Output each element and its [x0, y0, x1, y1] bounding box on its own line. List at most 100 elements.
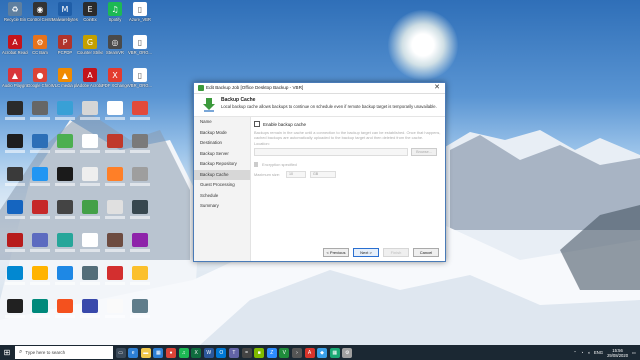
- wizard-step-name[interactable]: Name: [194, 117, 250, 128]
- desktop-shortcut-icon[interactable]: [27, 134, 53, 168]
- desktop-shortcut-icon[interactable]: [2, 101, 28, 135]
- desktop-shortcut-icon[interactable]: [27, 200, 53, 234]
- wizard-step-backup-mode[interactable]: Backup Mode: [194, 128, 250, 139]
- desktop-shortcut-icon[interactable]: [102, 134, 128, 168]
- desktop-icon[interactable]: X PDF XChange: [102, 68, 128, 102]
- wizard-step-backup-server[interactable]: Backup Server: [194, 149, 250, 160]
- desktop-shortcut-icon[interactable]: [27, 167, 53, 201]
- max-size-input[interactable]: 10: [285, 171, 306, 178]
- enable-backup-cache-checkbox[interactable]: [254, 121, 260, 127]
- desktop-shortcut-icon[interactable]: [102, 200, 128, 234]
- desktop-icon[interactable]: A Adobe Acrobat: [77, 68, 103, 102]
- desktop-shortcut-icon[interactable]: [127, 167, 153, 201]
- desktop-shortcut-icon[interactable]: [2, 200, 28, 234]
- settings-taskbar-icon[interactable]: ⚙: [342, 347, 353, 358]
- wizard-step-schedule[interactable]: Schedule: [194, 191, 250, 202]
- desktop-icon[interactable]: MMalwarebytes OEE: [52, 2, 78, 36]
- desktop-icon[interactable]: GCounter Strike Global Offen: [77, 35, 103, 69]
- max-size-unit-select[interactable]: GB: [309, 171, 336, 178]
- desktop-shortcut-icon[interactable]: [102, 266, 128, 300]
- desktop-shortcut-icon[interactable]: [2, 134, 28, 168]
- desktop-icon[interactable]: ▯ Azure_VBR: [127, 2, 153, 36]
- excel-taskbar-icon[interactable]: X: [191, 347, 202, 358]
- calculator-taskbar-icon[interactable]: =: [241, 347, 252, 358]
- cancel-button[interactable]: Cancel: [413, 248, 439, 257]
- dialog-titlebar[interactable]: Edit Backup Job [Office Desktop Backup -…: [194, 83, 445, 94]
- browse-button[interactable]: Browse...: [411, 148, 437, 156]
- edge-icon[interactable]: e: [128, 347, 139, 358]
- close-icon[interactable]: ✕: [432, 83, 442, 93]
- app-taskbar-icon[interactable]: ■: [254, 347, 265, 358]
- desktop-shortcut-icon[interactable]: [52, 299, 78, 333]
- desktop-icon[interactable]: ●Google Chrome: [27, 68, 53, 102]
- next-button[interactable]: Next >: [353, 248, 379, 257]
- desktop-shortcut-icon[interactable]: [52, 233, 78, 267]
- network-icon[interactable]: ◔: [581, 350, 584, 355]
- tray-chevron-icon[interactable]: ⌃: [573, 350, 577, 355]
- start-windows-icon[interactable]: ⊞: [0, 345, 14, 360]
- previous-button[interactable]: < Previous: [323, 248, 349, 257]
- desktop-icon[interactable]: E CoinEx: [77, 2, 103, 36]
- desktop-shortcut-icon[interactable]: [77, 233, 103, 267]
- vscode-taskbar-icon[interactable]: ◆: [317, 347, 328, 358]
- pdf-taskbar-icon[interactable]: A: [304, 347, 315, 358]
- language-indicator[interactable]: ENG: [594, 350, 603, 355]
- chrome-taskbar-icon[interactable]: ●: [165, 347, 176, 358]
- desktop-shortcut-icon[interactable]: [52, 134, 78, 168]
- taskbar-search[interactable]: ⌕ Type here to search: [15, 346, 113, 359]
- terminal-taskbar-icon[interactable]: ›: [291, 347, 302, 358]
- desktop-icon[interactable]: P PCPDP: [52, 35, 78, 69]
- desktop-shortcut-icon[interactable]: [2, 167, 28, 201]
- spotify-taskbar-icon[interactable]: ♫: [178, 347, 189, 358]
- desktop-shortcut-icon[interactable]: [77, 266, 103, 300]
- desktop-shortcut-icon[interactable]: [77, 167, 103, 201]
- desktop-shortcut-icon[interactable]: [52, 266, 78, 300]
- wizard-step-summary[interactable]: Summary: [194, 201, 250, 212]
- zoom-taskbar-icon[interactable]: Z: [266, 347, 277, 358]
- desktop-shortcut-icon[interactable]: [127, 101, 153, 135]
- desktop-shortcut-icon[interactable]: [77, 101, 103, 135]
- volume-icon[interactable]: ◖: [587, 350, 590, 355]
- location-input[interactable]: [254, 148, 408, 156]
- wizard-step-backup-cache[interactable]: Backup Cache: [194, 169, 250, 180]
- word-taskbar-icon[interactable]: W: [203, 347, 214, 358]
- desktop-icon[interactable]: ▯ VBR_ORG...: [127, 68, 153, 102]
- desktop-shortcut-icon[interactable]: [27, 233, 53, 267]
- desktop-icon[interactable]: ⚙ CC Bam: [27, 35, 53, 69]
- desktop-shortcut-icon[interactable]: [127, 200, 153, 234]
- desktop-shortcut-icon[interactable]: [27, 299, 53, 333]
- desktop-shortcut-icon[interactable]: [77, 200, 103, 234]
- clock[interactable]: 15:56 29/08/2020: [607, 348, 628, 358]
- desktop-shortcut-icon[interactable]: [127, 134, 153, 168]
- desktop-shortcut-icon[interactable]: [2, 266, 28, 300]
- desktop-shortcut-icon[interactable]: [52, 200, 78, 234]
- desktop-shortcut-icon[interactable]: [27, 266, 53, 300]
- file-explorer-icon[interactable]: ▬: [140, 347, 151, 358]
- desktop-shortcut-icon[interactable]: [102, 299, 128, 333]
- desktop-shortcut-icon[interactable]: [2, 233, 28, 267]
- desktop-shortcut-icon[interactable]: [127, 233, 153, 267]
- veeam-taskbar-icon[interactable]: V: [279, 347, 290, 358]
- desktop-icon[interactable]: ◉ Control Centre: [27, 2, 53, 36]
- outlook-taskbar-icon[interactable]: O: [216, 347, 227, 358]
- desktop-icon[interactable]: ♫ Spotify: [102, 2, 128, 36]
- desktop-shortcut-icon[interactable]: [77, 299, 103, 333]
- desktop-shortcut-icon[interactable]: [102, 101, 128, 135]
- sheets-taskbar-icon[interactable]: ▦: [329, 347, 340, 358]
- desktop-shortcut-icon[interactable]: [102, 233, 128, 267]
- desktop-shortcut-icon[interactable]: [52, 167, 78, 201]
- desktop-shortcut-icon[interactable]: [52, 101, 78, 135]
- desktop-shortcut-icon[interactable]: [127, 299, 153, 333]
- wizard-step-guest-processing[interactable]: Guest Processing: [194, 180, 250, 191]
- notifications-icon[interactable]: ▭: [632, 350, 636, 355]
- desktop-icon[interactable]: AAcrobat Reader DC: [2, 35, 28, 69]
- desktop-icon[interactable]: ▲VLC media player: [52, 68, 78, 102]
- desktop-icon[interactable]: ▯ VBR_ORG...: [127, 35, 153, 69]
- desktop-shortcut-icon[interactable]: [2, 299, 28, 333]
- desktop-icon[interactable]: ▲Audio Playground: [2, 68, 28, 102]
- wizard-step-backup-repository[interactable]: Backup Repository: [194, 159, 250, 170]
- desktop-icon[interactable]: ◎ SteamVR: [102, 35, 128, 69]
- desktop-shortcut-icon[interactable]: [127, 266, 153, 300]
- task-view-icon[interactable]: ▭: [115, 347, 126, 358]
- store-icon[interactable]: ▦: [153, 347, 164, 358]
